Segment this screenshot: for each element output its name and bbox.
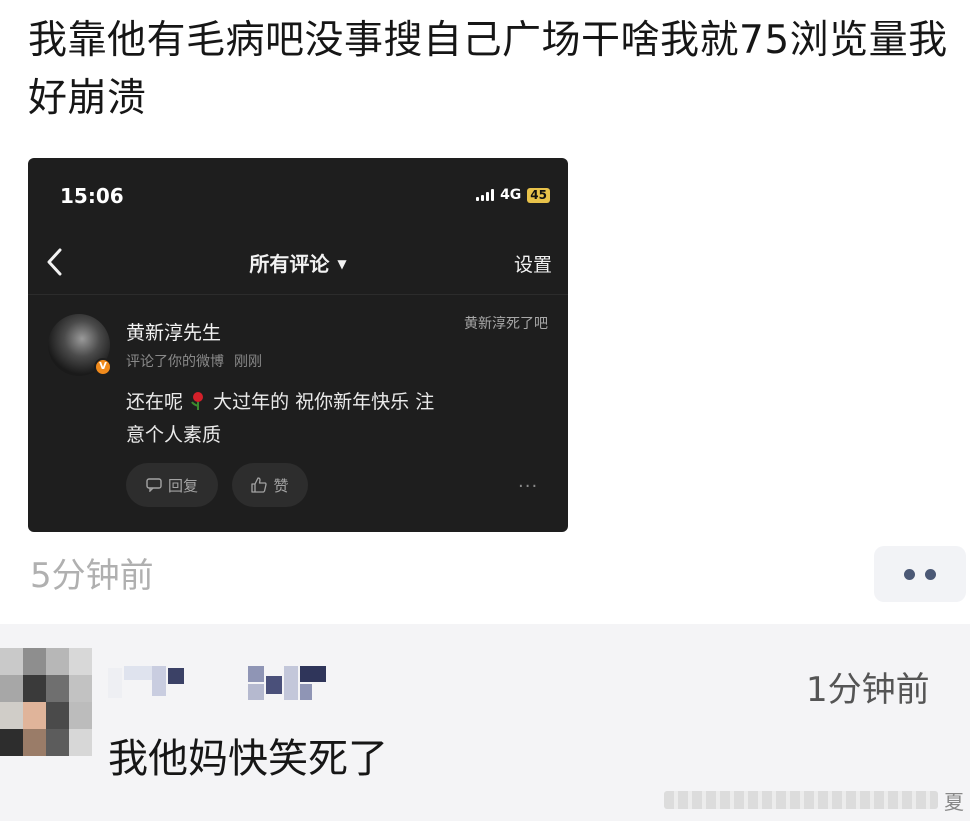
comment-action: 评论了你的微博 <box>126 354 224 370</box>
like-button[interactable]: 赞 <box>232 463 308 507</box>
signal-icon <box>476 189 495 201</box>
divider <box>28 294 568 295</box>
comment-body: 还在呢 大过年的 祝你新年快乐 注意个人素质 <box>126 386 436 452</box>
post-text: 我靠他有毛病吧没事搜自己广场干啥我就75浏览量我好崩溃 <box>28 18 948 121</box>
network-label: 4G <box>500 187 522 203</box>
caret-down-icon: ▼ <box>337 257 347 271</box>
reply-label: 回复 <box>167 476 198 495</box>
watermark: 夏 <box>664 786 964 814</box>
post-time: 5分钟前 <box>30 556 154 596</box>
comment-icon <box>146 478 162 492</box>
like-label: 赞 <box>273 476 289 495</box>
reply-text: 我他妈快笑死了 <box>108 736 388 782</box>
embedded-screenshot[interactable]: 15:06 4G 45 所有评论 ▼ 设置 V 黄新淳先生 评论了你的微博 刚刚 黄… <box>28 158 568 532</box>
more-dots-icon[interactable] <box>874 546 966 602</box>
status-time: 15:06 <box>60 184 124 208</box>
settings-link[interactable]: 设置 <box>514 250 552 277</box>
reply-button[interactable]: 回复 <box>126 463 218 507</box>
reply-username-blurred[interactable] <box>108 664 348 704</box>
verified-badge-icon: V <box>94 358 112 376</box>
rose-icon <box>191 392 204 410</box>
comments-filter[interactable]: 所有评论 ▼ <box>28 248 568 277</box>
reply-time: 1分钟前 <box>806 670 930 710</box>
thumbs-up-icon <box>251 477 268 493</box>
quoted-post[interactable]: 黄新淳死了吧 <box>464 314 556 334</box>
commenter-name[interactable]: 黄新淳先生 <box>126 318 221 345</box>
reply-avatar[interactable] <box>0 648 92 756</box>
watermark-blur <box>664 791 938 809</box>
battery-icon: 45 <box>527 187 550 203</box>
status-icons: 4G 45 <box>476 187 550 203</box>
comment-meta: 评论了你的微博 刚刚 <box>126 351 262 371</box>
watermark-char: 夏 <box>944 789 964 814</box>
comment-more-icon[interactable]: ··· <box>518 476 538 497</box>
comment-time: 刚刚 <box>234 354 262 370</box>
comment-body-start: 还在呢 <box>126 391 184 413</box>
commenter-avatar[interactable]: V <box>48 314 112 376</box>
nav-title: 所有评论 <box>249 252 330 276</box>
